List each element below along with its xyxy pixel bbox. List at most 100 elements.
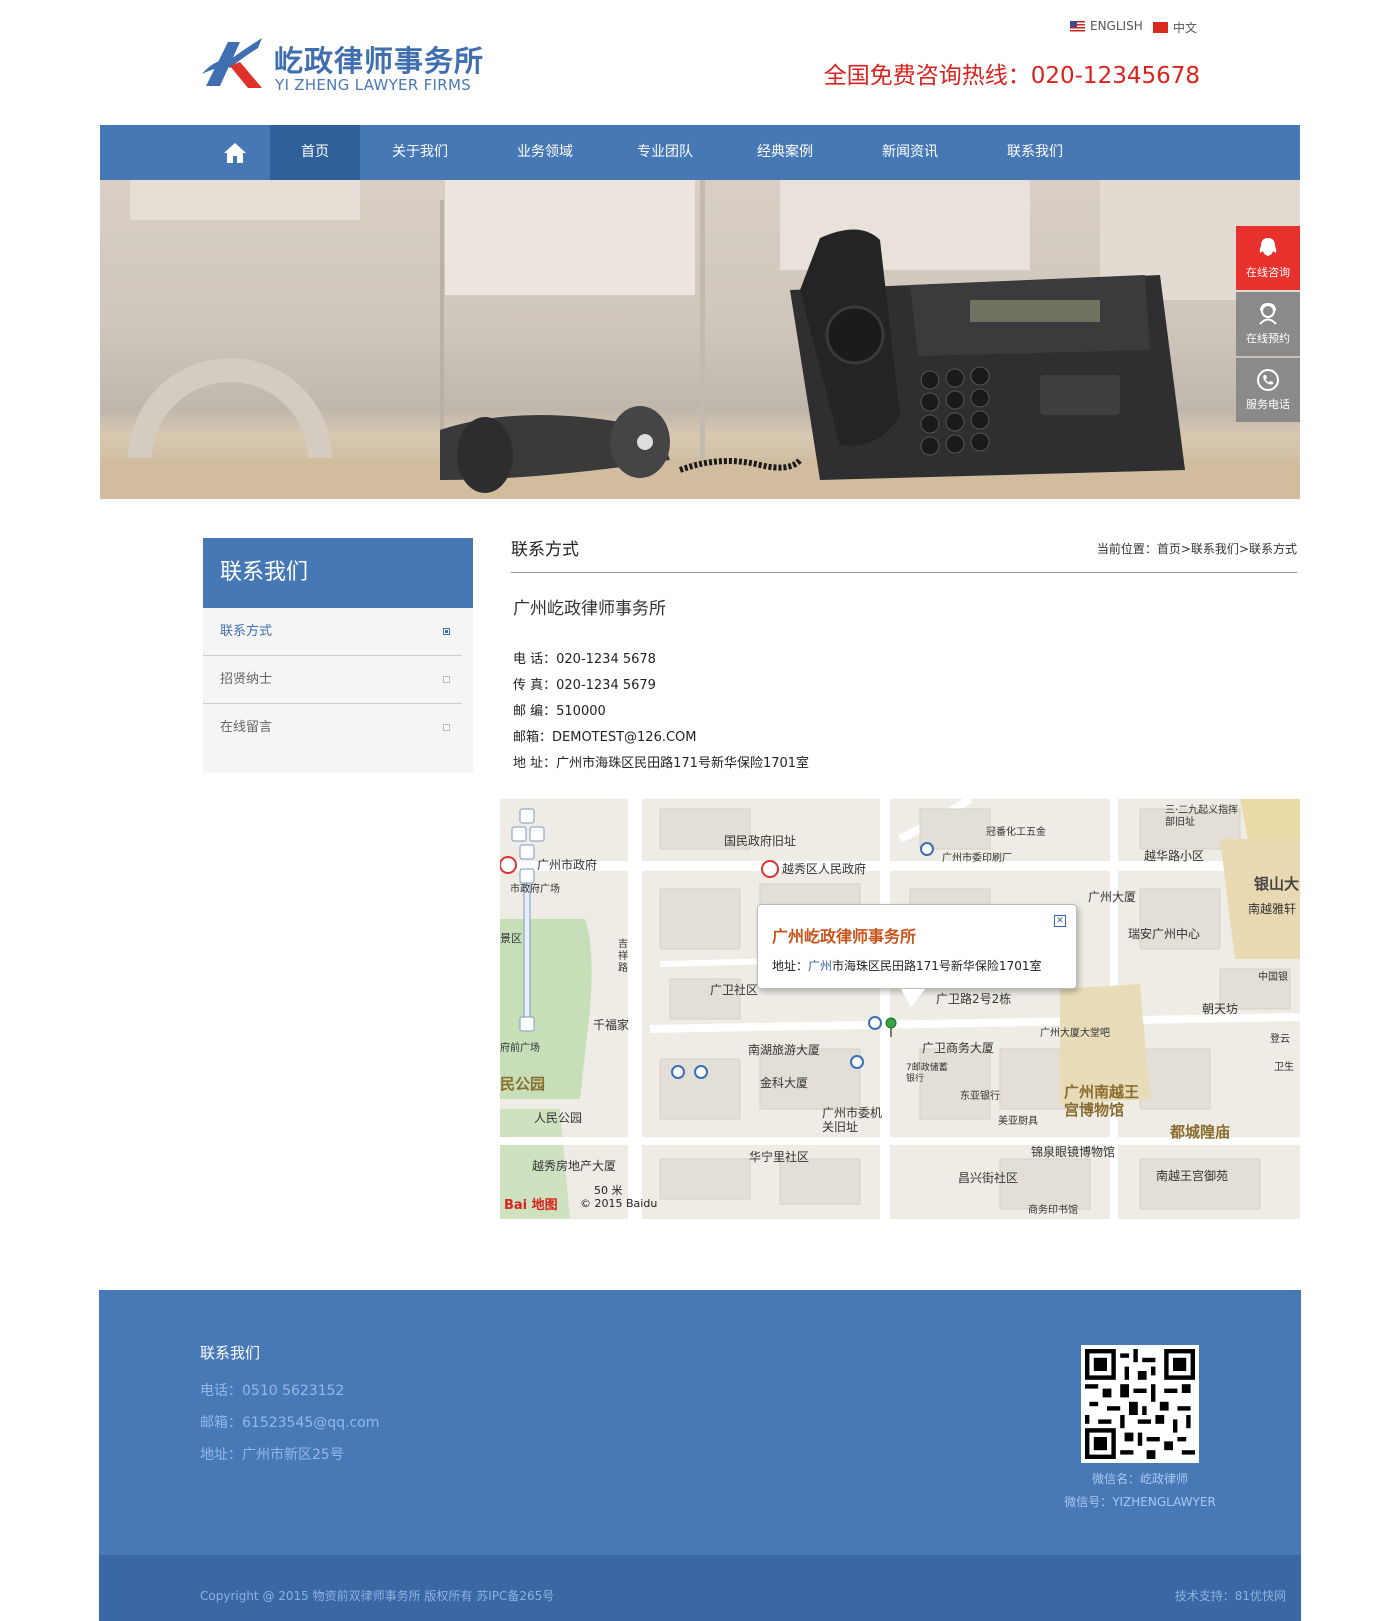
agent-icon xyxy=(1259,302,1277,325)
main-nav: 首页 关于我们 业务领域 专业团队 经典案例 新闻资讯 联系我们 xyxy=(100,125,1300,180)
map-label: 都城隍庙 xyxy=(1170,1123,1231,1141)
map-label: 昌兴街社区 xyxy=(958,1171,1019,1185)
baidu-map[interactable]: 国民政府旧址 越秀区人民政府 广州市委印刷厂 冠番化工五金 三·二九起义指挥部旧… xyxy=(500,799,1300,1219)
nav-item-about[interactable]: 关于我们 xyxy=(360,125,480,180)
sidebar-item-label: 联系方式 xyxy=(220,624,273,639)
map-label: 7邮政储蓄银行 xyxy=(906,1063,948,1084)
map-label: 卫生 xyxy=(1274,1062,1294,1073)
lang-chinese-link[interactable]: 中文 xyxy=(1153,19,1197,36)
map-label: 广州市委机关旧址 xyxy=(822,1106,883,1134)
service-phone-button[interactable]: 服务电话 xyxy=(1236,358,1300,422)
china-flag-icon xyxy=(1153,22,1168,33)
baidu-map-logo[interactable]: Bai 地图 xyxy=(504,1194,558,1213)
sidebar: 联系我们 联系方式 招贤纳士 在线留言 xyxy=(203,538,473,773)
map-label: 吉祥路 xyxy=(618,939,628,974)
map-label: 越秀房地产大厦 xyxy=(532,1159,617,1173)
nav-home-button[interactable] xyxy=(200,125,270,180)
telephone-illustration xyxy=(100,180,1300,499)
us-flag-icon xyxy=(1070,20,1085,32)
footer-title: 联系我们 xyxy=(200,1344,261,1362)
online-appointment-label: 在线预约 xyxy=(1246,332,1290,345)
map-label: 广卫商务大厦 xyxy=(922,1041,995,1055)
footer: 联系我们 电话：0510 5623152 邮箱：61523545@qq.com … xyxy=(99,1290,1301,1621)
hero-banner xyxy=(100,180,1300,499)
map-label: 广州南越王宫博物馆 xyxy=(1064,1083,1140,1119)
nav-item-practice[interactable]: 业务领域 xyxy=(480,125,610,180)
nav-item-cases[interactable]: 经典案例 xyxy=(720,125,850,180)
map-label: 瑞安广州中心 xyxy=(1128,927,1201,941)
map-label: 广州大厦大堂吧 xyxy=(1040,1028,1110,1039)
logo-chinese-name: 屹政律师事务所 xyxy=(274,44,485,78)
map-label: 越秀区人民政府 xyxy=(782,862,867,876)
home-icon xyxy=(224,142,246,163)
logo-mark-icon xyxy=(202,38,262,88)
logo-english-name: YI ZHENG LAWYER FIRMS xyxy=(275,76,472,94)
title-divider xyxy=(511,572,1297,573)
map-label: 广卫社区 xyxy=(710,983,759,997)
map-label: 商务印书馆 xyxy=(1028,1205,1078,1216)
breadcrumb[interactable]: 当前位置：首页>联系我们>联系方式 xyxy=(1097,540,1297,557)
map-label: 广卫路2号2栋 xyxy=(936,992,1012,1006)
lang-english-link[interactable]: ENGLISH xyxy=(1070,19,1143,33)
online-appointment-button[interactable]: 在线预约 xyxy=(1236,292,1300,356)
map-label: 越华路小区 xyxy=(1144,849,1205,863)
map-scale: 50 米 xyxy=(594,1184,623,1197)
nav-item-news[interactable]: 新闻资讯 xyxy=(850,125,970,180)
page: 屹政律师事务所 YI ZHENG LAWYER FIRMS ENGLISH 中文… xyxy=(0,0,1400,1621)
map-label: 中国银 xyxy=(1258,972,1288,983)
map-label: 市政府广场 xyxy=(510,884,560,895)
sidebar-item-label: 在线留言 xyxy=(220,720,273,735)
nav-item-team[interactable]: 专业团队 xyxy=(610,125,720,180)
contact-postcode: 邮 编：510000 xyxy=(513,704,606,719)
map-label: 美亚厨具 xyxy=(998,1116,1038,1127)
tech-support-link[interactable]: 技术支持：81优快网 xyxy=(1175,1587,1286,1604)
map-label: 千福家 xyxy=(593,1018,630,1032)
map-label: 广州市委印刷厂 xyxy=(942,853,1012,864)
map-label: 华宁里社区 xyxy=(749,1150,810,1164)
nav-item-home[interactable]: 首页 xyxy=(270,125,360,180)
site-logo[interactable]: 屹政律师事务所 YI ZHENG LAWYER FIRMS xyxy=(200,34,490,94)
sidebar-item-contact-info[interactable]: 联系方式 xyxy=(203,608,462,656)
square-bullet-icon xyxy=(443,724,450,731)
service-phone-label: 服务电话 xyxy=(1246,398,1290,411)
footer-address: 地址：广州市新区25号 xyxy=(200,1447,344,1463)
map-label: 三·二九起义指挥部旧址 xyxy=(1165,805,1239,828)
company-name: 广州屹政律师事务所 xyxy=(513,599,666,619)
sidebar-item-label: 招贤纳士 xyxy=(220,672,273,687)
map-label: 银山大 xyxy=(1254,875,1300,893)
copyright-text: Copyright @ 2015 物资前双律师事务所 版权所有 苏IPC备265… xyxy=(200,1589,555,1603)
map-label: 广州市政府 xyxy=(537,858,598,872)
map-label: 南湖旅游大厦 xyxy=(748,1043,821,1057)
map-info-window[interactable]: 广州屹政律师事务所 地址：广州市海珠区民田路171号新华保险1701室 ✕ xyxy=(757,904,1077,1007)
close-icon[interactable]: ✕ xyxy=(1054,915,1066,927)
hotline: 全国免费咨询热线：020-12345678 xyxy=(823,63,1200,89)
section-title: 联系方式 xyxy=(511,540,579,560)
map-label: 人民公园 xyxy=(534,1111,583,1125)
map-label: 景区 xyxy=(500,932,522,945)
footer-email[interactable]: 邮箱：61523545@qq.com xyxy=(200,1412,379,1432)
map-copyright: © 2015 Baidu xyxy=(580,1197,658,1210)
info-window-pointer xyxy=(901,989,925,1007)
map-label: 登云 xyxy=(1270,1034,1290,1045)
map-label: 冠番化工五金 xyxy=(986,827,1046,838)
online-consult-label: 在线咨询 xyxy=(1246,266,1290,279)
map-label: 东亚银行 xyxy=(960,1091,1000,1102)
phone-icon xyxy=(1257,369,1279,391)
wechat-name: 微信名：屹政律师 xyxy=(1091,1472,1188,1486)
qq-icon xyxy=(1259,238,1277,256)
map-label: 金科大厦 xyxy=(760,1076,809,1090)
contact-address: 地 址：广州市海珠区民田路171号新华保险1701室 xyxy=(513,756,810,771)
map-label: 锦泉眼镜博物馆 xyxy=(1031,1145,1116,1159)
lang-english-label: ENGLISH xyxy=(1090,19,1143,33)
sidebar-item-message[interactable]: 在线留言 xyxy=(203,704,462,752)
map-label: 广州大厦 xyxy=(1088,890,1137,904)
map-label: 国民政府旧址 xyxy=(724,834,797,848)
map-label: 府前广场 xyxy=(500,1043,540,1054)
sidebar-item-recruitment[interactable]: 招贤纳士 xyxy=(203,656,462,704)
footer-phone: 电话：0510 5623152 xyxy=(200,1383,345,1399)
wechat-qr-code xyxy=(1081,1345,1199,1463)
wechat-id: 微信号：YIZHENGLAWYER xyxy=(1064,1495,1216,1509)
online-consult-button[interactable]: 在线咨询 xyxy=(1236,226,1300,290)
contact-email: 邮箱：DEMOTEST@126.COM xyxy=(513,730,697,745)
nav-item-contact[interactable]: 联系我们 xyxy=(970,125,1100,180)
